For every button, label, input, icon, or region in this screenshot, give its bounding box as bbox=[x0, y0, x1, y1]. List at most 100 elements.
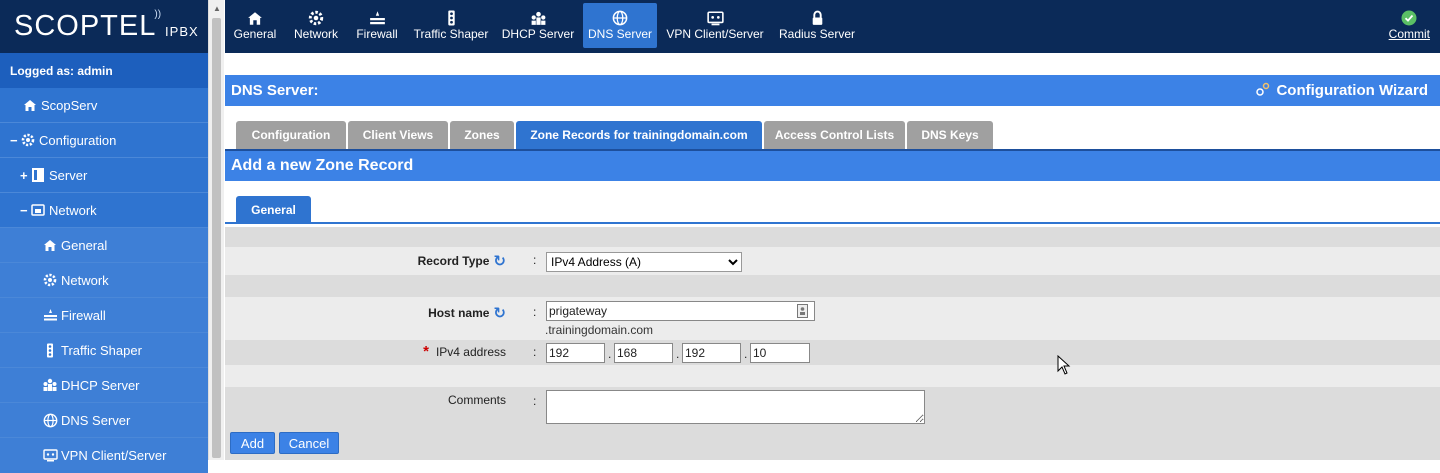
host-name-value: prigateway bbox=[549, 304, 608, 318]
topnav-label: VPN Client/Server bbox=[666, 27, 764, 41]
sidebar-item-scopserv[interactable]: ScopServ bbox=[0, 88, 208, 123]
topnav-label: Firewall bbox=[356, 27, 398, 41]
traffic-light-icon bbox=[445, 9, 458, 27]
commit-button[interactable]: Commit bbox=[1389, 3, 1430, 41]
topnav-label: DNS Server bbox=[587, 27, 652, 41]
refresh-icon[interactable]: ↻ bbox=[493, 252, 506, 270]
dot-separator: . bbox=[608, 347, 612, 361]
logo-suffix: IPBX bbox=[165, 24, 199, 39]
tab-label: Configuration bbox=[251, 128, 331, 142]
topnav-general[interactable]: General bbox=[229, 3, 281, 48]
sidebar-item-firewall[interactable]: Firewall bbox=[0, 298, 208, 333]
sidebar-item-traffic-shaper[interactable]: Traffic Shaper bbox=[0, 333, 208, 368]
sidebar-item-label: Server bbox=[49, 167, 88, 183]
sidebar-item-server[interactable]: + Server bbox=[0, 158, 208, 193]
sidebar-item-network[interactable]: − Network bbox=[0, 193, 208, 228]
sidebar-item-label: Traffic Shaper bbox=[61, 342, 142, 358]
comments-row: Comments : bbox=[225, 387, 1440, 427]
ipv4-row: * IPv4 address : 192 . 168 . 192 . 10 bbox=[225, 340, 1440, 365]
octet-value: 10 bbox=[753, 346, 767, 360]
tab-zones[interactable]: Zones bbox=[450, 121, 514, 149]
traffic-light-icon bbox=[42, 342, 58, 358]
wizard-icon bbox=[1256, 82, 1270, 100]
ipv4-label: IPv4 address bbox=[435, 344, 506, 359]
logo-text: SCOPTEL bbox=[14, 10, 157, 42]
add-button[interactable]: Add bbox=[230, 432, 275, 454]
sidebar-item-vpn[interactable]: VPN Client/Server bbox=[0, 438, 208, 473]
topnav-dns-server[interactable]: DNS Server bbox=[583, 3, 657, 48]
globe-icon bbox=[42, 412, 58, 428]
host-name-label: Host name bbox=[428, 306, 490, 320]
collapse-toggle[interactable]: − bbox=[10, 133, 20, 148]
topnav-firewall[interactable]: Firewall bbox=[351, 3, 403, 48]
top-navigation: General Network Firewall Traffic Shaper … bbox=[225, 0, 1440, 53]
subtab-general[interactable]: General bbox=[236, 196, 311, 224]
subtab-row: General bbox=[225, 181, 1440, 224]
record-type-row: Record Type ↻ : IPv4 Address (A) bbox=[225, 247, 1440, 275]
record-type-select[interactable]: IPv4 Address (A) bbox=[546, 252, 742, 272]
check-circle-icon bbox=[1389, 9, 1430, 27]
form-header: Add a new Zone Record bbox=[225, 149, 1440, 181]
sidebar-item-dhcp-server[interactable]: DHCP Server bbox=[0, 368, 208, 403]
expand-toggle[interactable]: + bbox=[20, 168, 30, 183]
ipv4-octet-2[interactable]: 168 bbox=[614, 343, 673, 363]
octet-value: 168 bbox=[617, 346, 638, 360]
sidebar-item-dns-server[interactable]: DNS Server bbox=[0, 403, 208, 438]
refresh-icon[interactable]: ↻ bbox=[493, 304, 506, 322]
tab-client-views[interactable]: Client Views bbox=[348, 121, 448, 149]
firewall-icon bbox=[369, 9, 386, 27]
gear-icon bbox=[42, 272, 58, 288]
tab-label: Zones bbox=[464, 128, 500, 142]
domain-suffix: .trainingdomain.com bbox=[545, 323, 654, 337]
home-icon bbox=[247, 9, 263, 27]
host-name-label-cell: Host name ↻ bbox=[428, 304, 506, 322]
form-spacer bbox=[225, 227, 1440, 247]
mouse-cursor-icon bbox=[1057, 354, 1071, 378]
topnav-traffic-shaper[interactable]: Traffic Shaper bbox=[411, 3, 491, 48]
tab-zone-records[interactable]: Zone Records for trainingdomain.com bbox=[516, 121, 762, 149]
sidebar-scrollbar[interactable]: ▲ bbox=[208, 0, 224, 460]
sidebar-item-label: General bbox=[61, 237, 108, 253]
ipv4-octet-3[interactable]: 192 bbox=[682, 343, 741, 363]
sidebar-item-label: DNS Server bbox=[61, 412, 131, 428]
globe-icon bbox=[612, 9, 628, 27]
form-spacer bbox=[225, 365, 1440, 387]
home-icon bbox=[22, 97, 38, 113]
scrollbar-thumb[interactable] bbox=[212, 18, 221, 458]
host-name-row: Host name ↻ : prigateway .trainingdomain… bbox=[225, 297, 1440, 340]
cancel-button[interactable]: Cancel bbox=[279, 432, 339, 454]
contact-card-icon bbox=[797, 304, 808, 321]
ipv4-octet-4[interactable]: 10 bbox=[750, 343, 810, 363]
wifi-icon: )) bbox=[154, 9, 162, 20]
topnav-network[interactable]: Network bbox=[289, 3, 343, 48]
colon: : bbox=[533, 305, 537, 319]
sidebar: SCOPTEL )) IPBX Logged as: admin ScopSer… bbox=[0, 0, 208, 473]
lock-icon bbox=[811, 9, 824, 27]
octet-value: 192 bbox=[549, 346, 570, 360]
sidebar-item-label: Network bbox=[61, 272, 109, 288]
dot-separator: . bbox=[744, 347, 748, 361]
topnav-label: General bbox=[233, 27, 277, 41]
topnav-label: Network bbox=[293, 27, 338, 41]
tab-configuration[interactable]: Configuration bbox=[236, 121, 346, 149]
tab-access-control-lists[interactable]: Access Control Lists bbox=[764, 121, 905, 149]
tab-dns-keys[interactable]: DNS Keys bbox=[907, 121, 993, 149]
sidebar-item-general[interactable]: General bbox=[0, 228, 208, 263]
topnav-radius-server[interactable]: Radius Server bbox=[775, 3, 859, 48]
home-icon bbox=[42, 237, 58, 253]
sidebar-item-network-settings[interactable]: Network bbox=[0, 263, 208, 298]
configuration-wizard-link[interactable]: Configuration Wizard bbox=[1256, 82, 1428, 100]
collapse-toggle[interactable]: − bbox=[20, 203, 30, 218]
record-type-label-cell: Record Type ↻ bbox=[418, 252, 506, 270]
users-icon bbox=[42, 377, 58, 393]
logged-as-label: Logged as: admin bbox=[0, 53, 208, 88]
topnav-dhcp-server[interactable]: DHCP Server bbox=[499, 3, 577, 48]
host-name-input[interactable]: prigateway bbox=[546, 301, 815, 321]
ipv4-label-cell: * IPv4 address bbox=[423, 343, 506, 360]
scroll-up-arrow-icon[interactable]: ▲ bbox=[209, 0, 225, 16]
sidebar-item-configuration[interactable]: − Configuration bbox=[0, 123, 208, 158]
comments-textarea[interactable] bbox=[546, 390, 925, 424]
ipv4-octet-1[interactable]: 192 bbox=[546, 343, 605, 363]
topnav-vpn[interactable]: VPN Client/Server bbox=[665, 3, 765, 48]
sidebar-item-label: Configuration bbox=[39, 132, 117, 148]
